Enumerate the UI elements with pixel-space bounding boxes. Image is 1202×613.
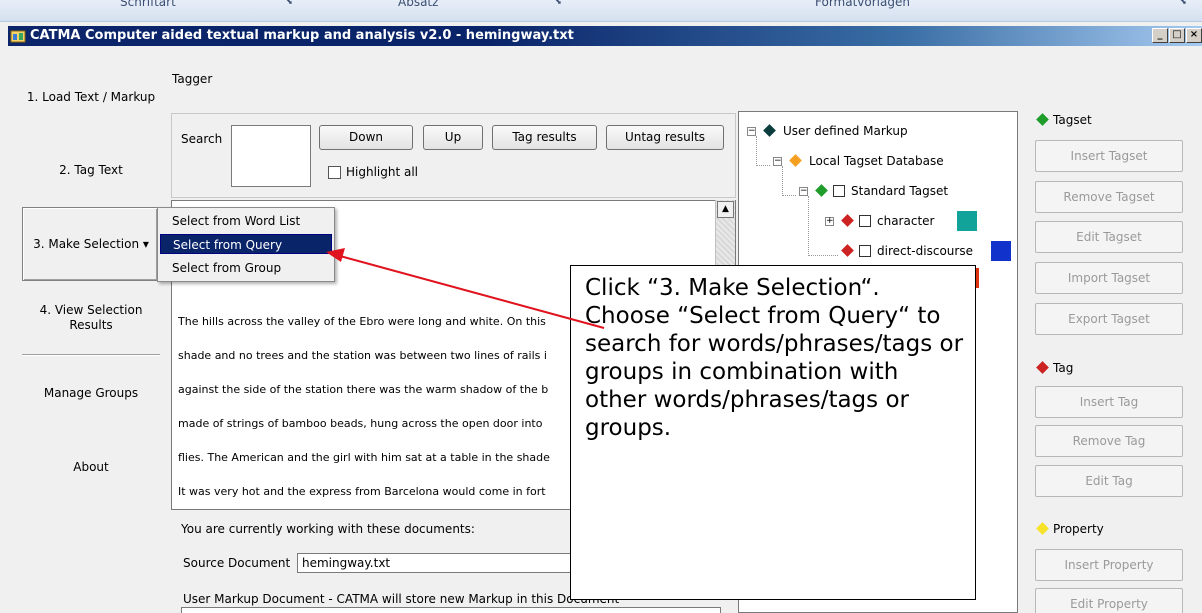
expand-icon[interactable]: + bbox=[825, 217, 834, 226]
tree-node-tagset[interactable]: − Standard Tagset bbox=[799, 183, 1019, 199]
menu-item-group[interactable]: Select from Group bbox=[160, 258, 332, 278]
edit-tagset-button[interactable]: Edit Tagset bbox=[1035, 221, 1183, 253]
direct-discourse-color-swatch[interactable] bbox=[991, 241, 1011, 261]
insert-tagset-button[interactable]: Insert Tagset bbox=[1035, 140, 1183, 172]
tagset-checkbox[interactable] bbox=[833, 185, 845, 197]
property-section-head: Property bbox=[1034, 521, 1104, 537]
search-label: Search bbox=[181, 132, 223, 146]
tree-node-direct-discourse[interactable]: direct-discourse bbox=[839, 241, 1019, 265]
edit-tag-button[interactable]: Edit Tag bbox=[1035, 465, 1183, 497]
nav-load-text[interactable]: 1. Load Text / Markup bbox=[22, 90, 160, 105]
tree-line bbox=[808, 255, 838, 256]
menu-item-word-list[interactable]: Select from Word List bbox=[160, 211, 332, 231]
user-markup-label: User Markup Document - CATMA will store … bbox=[183, 592, 620, 606]
nav-view-selection[interactable]: 4. View Selection Results bbox=[22, 303, 160, 333]
nav-manage-groups[interactable]: Manage Groups bbox=[22, 386, 160, 401]
ribbon-expand-icon[interactable]: ⬊ bbox=[286, 0, 296, 6]
minimize-button[interactable]: _ bbox=[1152, 28, 1168, 43]
up-button[interactable]: Up bbox=[423, 125, 483, 150]
documents-intro: You are currently working with these doc… bbox=[181, 522, 475, 536]
collapse-icon[interactable]: − bbox=[747, 127, 756, 136]
remove-tagset-button[interactable]: Remove Tagset bbox=[1035, 181, 1183, 213]
edit-property-button[interactable]: Edit Property bbox=[1035, 588, 1183, 613]
nav-view-selection-line1: 4. View Selection bbox=[39, 303, 143, 317]
tag-section-head: Tag bbox=[1034, 360, 1073, 376]
collapse-icon[interactable]: − bbox=[799, 187, 808, 196]
text-line: shade and no trees and the station was b… bbox=[178, 349, 547, 362]
search-input[interactable] bbox=[231, 125, 311, 187]
database-diamond-icon bbox=[789, 154, 802, 167]
maximize-button[interactable]: □ bbox=[1169, 28, 1185, 43]
source-document-label: Source Document bbox=[183, 556, 291, 570]
tag-head-label: Tag bbox=[1053, 361, 1074, 375]
tree-node-root[interactable]: − User defined Markup bbox=[747, 123, 1007, 139]
tree-label-direct-discourse: direct-discourse bbox=[877, 244, 973, 258]
tagger-title: Tagger bbox=[172, 72, 213, 86]
menu-item-query[interactable]: Select from Query bbox=[160, 234, 332, 254]
title-bar: CATMA Computer aided textual markup and … bbox=[8, 26, 1202, 46]
tree-label-root: User defined Markup bbox=[783, 124, 908, 138]
tag-results-button[interactable]: Tag results bbox=[492, 125, 597, 150]
tree-line bbox=[756, 165, 770, 166]
property-head-label: Property bbox=[1053, 522, 1104, 536]
close-button[interactable]: × bbox=[1186, 28, 1202, 43]
text-line: flies. The American and the girl with hi… bbox=[178, 451, 550, 464]
tagset-section-head: Tagset bbox=[1034, 112, 1092, 128]
ribbon-strip: Schriftart ⬊ Absatz ⬊ Formatvorlagen ⬊ bbox=[0, 0, 1202, 22]
down-button[interactable]: Down bbox=[319, 125, 413, 150]
text-line: The hills across the valley of the Ebro … bbox=[178, 315, 546, 328]
character-checkbox[interactable] bbox=[859, 215, 871, 227]
tree-line bbox=[782, 195, 796, 196]
tree-line bbox=[808, 196, 809, 256]
window-title: CATMA Computer aided textual markup and … bbox=[30, 28, 574, 43]
tree-label-tagset: Standard Tagset bbox=[851, 184, 949, 198]
text-line: against the side of the station there wa… bbox=[178, 383, 549, 396]
instruction-callout: Click “3. Make Selection“. Choose “Selec… bbox=[570, 265, 976, 600]
ribbon-expand-icon[interactable]: ⬊ bbox=[555, 0, 565, 6]
character-color-swatch[interactable] bbox=[957, 211, 977, 231]
make-selection-menu: Select from Word List Select from Query … bbox=[157, 207, 335, 282]
tree-label-character: character bbox=[877, 214, 935, 228]
tree-label-database: Local Tagset Database bbox=[809, 154, 944, 168]
ribbon-label-paragraph: Absatz bbox=[398, 0, 439, 9]
text-line: made of strings of bamboo beads, hung ac… bbox=[178, 417, 543, 430]
nav-make-selection[interactable]: 3. Make Selection ▾ bbox=[22, 237, 160, 252]
tree-node-database[interactable]: − Local Tagset Database bbox=[773, 153, 1013, 169]
tree-line bbox=[782, 166, 783, 196]
tree-line bbox=[756, 136, 757, 166]
tag-diamond-icon bbox=[841, 244, 854, 257]
property-diamond-icon bbox=[1036, 522, 1049, 535]
nav-view-selection-line2: Results bbox=[69, 318, 113, 332]
insert-tag-button[interactable]: Insert Tag bbox=[1035, 386, 1183, 418]
nav-divider bbox=[22, 354, 160, 356]
ribbon-label-font: Schriftart bbox=[120, 0, 176, 9]
markup-diamond-icon bbox=[763, 124, 776, 137]
nav-about[interactable]: About bbox=[22, 460, 160, 475]
source-document-field[interactable]: hemingway.txt bbox=[297, 553, 597, 573]
callout-text: Click “3. Make Selection“. Choose “Selec… bbox=[585, 275, 964, 441]
user-markup-field[interactable] bbox=[181, 607, 721, 613]
highlight-all-label: Highlight all bbox=[346, 165, 419, 179]
scroll-up-icon[interactable]: ▲ bbox=[717, 201, 734, 218]
catma-app-icon bbox=[10, 30, 26, 43]
tagset-diamond-icon bbox=[1036, 113, 1049, 126]
ribbon-expand-icon[interactable]: ⬊ bbox=[1180, 0, 1190, 6]
remove-tag-button[interactable]: Remove Tag bbox=[1035, 425, 1183, 457]
tag-diamond-icon bbox=[841, 214, 854, 227]
ribbon-label-styles: Formatvorlagen bbox=[815, 0, 910, 9]
collapse-icon[interactable]: − bbox=[773, 157, 782, 166]
tree-node-character[interactable]: + character bbox=[825, 211, 1015, 235]
tagset-head-label: Tagset bbox=[1053, 113, 1092, 127]
highlight-all-checkbox[interactable] bbox=[328, 166, 341, 179]
tagset-diamond-icon bbox=[815, 184, 828, 197]
direct-discourse-checkbox[interactable] bbox=[859, 245, 871, 257]
untag-results-button[interactable]: Untag results bbox=[606, 125, 724, 150]
insert-property-button[interactable]: Insert Property bbox=[1035, 549, 1183, 581]
text-line: It was very hot and the express from Bar… bbox=[178, 485, 546, 498]
nav-tag-text[interactable]: 2. Tag Text bbox=[22, 163, 160, 178]
import-tagset-button[interactable]: Import Tagset bbox=[1035, 262, 1183, 294]
export-tagset-button[interactable]: Export Tagset bbox=[1035, 303, 1183, 335]
tag-diamond-icon bbox=[1036, 361, 1049, 374]
